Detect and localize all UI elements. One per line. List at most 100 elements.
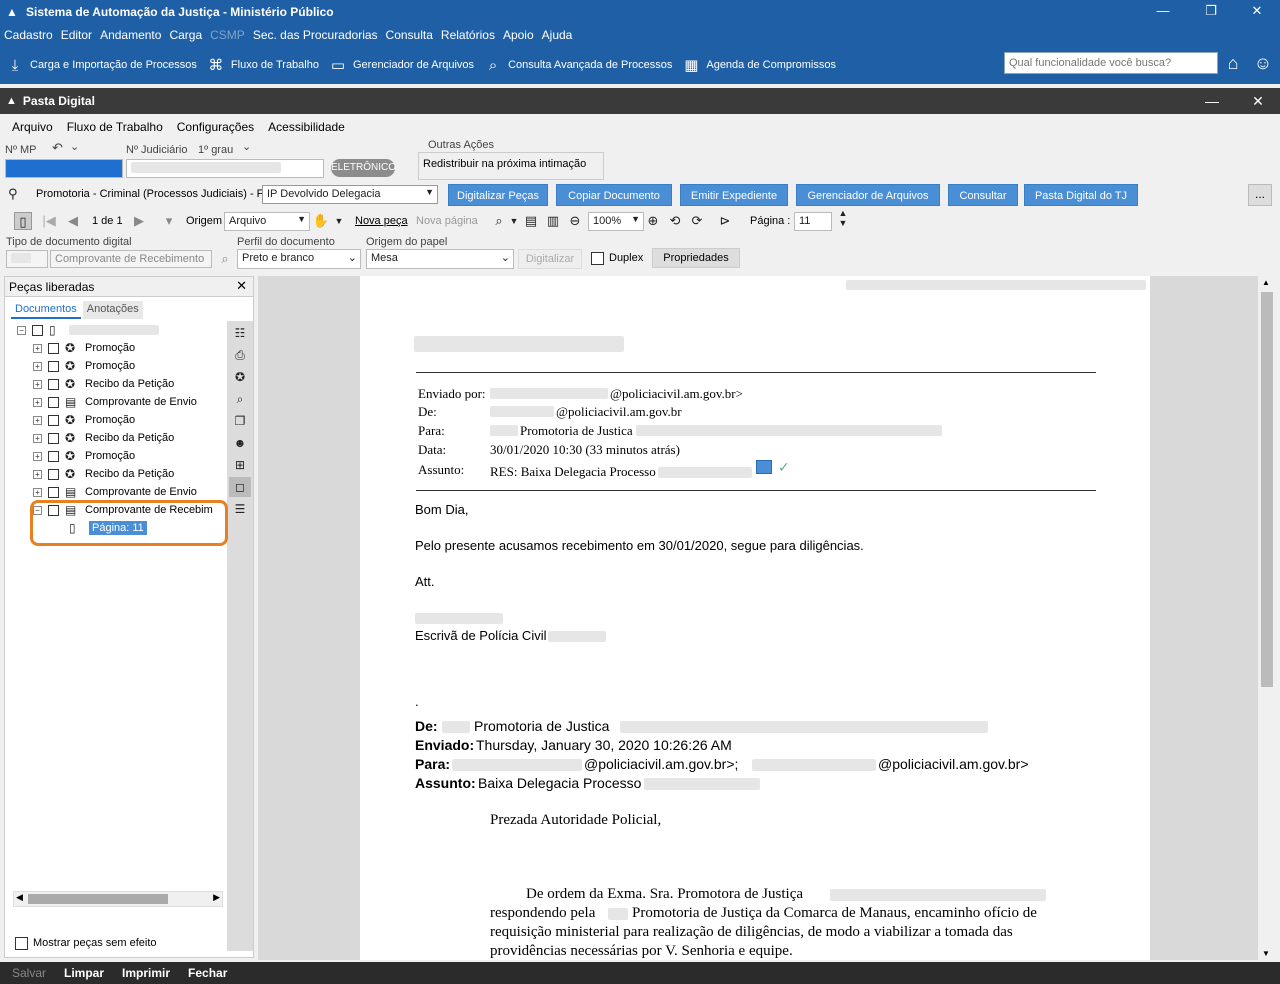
hscroll-thumb[interactable] — [28, 894, 168, 904]
scroll-up-icon[interactable]: ▲ — [1262, 278, 1270, 287]
menu-acessibilidade[interactable]: Acessibilidade — [268, 120, 345, 134]
duplex-checkbox[interactable] — [591, 252, 604, 265]
tree-checkbox[interactable] — [48, 360, 59, 372]
shortcut-agenda[interactable]: ▦ Agenda de Compromissos — [682, 56, 836, 74]
tree-checkbox[interactable] — [48, 342, 59, 354]
scroll-left-icon[interactable]: ◀ — [16, 892, 23, 903]
prev-page-icon[interactable]: ◀ — [64, 212, 82, 230]
tree-checkbox[interactable] — [48, 396, 59, 408]
nmp-field[interactable] — [5, 159, 123, 178]
menu-arquivo[interactable]: Arquivo — [12, 120, 53, 134]
pagina-stepper-icon[interactable]: ▲ ▼ — [834, 208, 852, 228]
tree-checkbox[interactable] — [48, 432, 59, 444]
tree-item[interactable]: + ✪ Promoção — [11, 339, 223, 357]
rotate-left-icon[interactable]: ⟲ — [666, 212, 684, 230]
restore-icon[interactable]: ❐ — [1188, 0, 1234, 24]
tree-item[interactable]: + ✪ Promoção — [11, 357, 223, 375]
menu-editor[interactable]: Editor — [61, 28, 92, 42]
flip-icon[interactable]: ⊳ — [716, 212, 734, 230]
menu-relatorios[interactable]: Relatórios — [441, 28, 495, 42]
tree-item[interactable]: + ▤ Comprovante de Envio — [11, 393, 223, 411]
tree-checkbox[interactable] — [48, 414, 59, 426]
child-close-icon[interactable]: ✕ — [1238, 88, 1278, 114]
mostrar-pecas-checkbox[interactable] — [15, 937, 28, 950]
calendar-attachment-icon[interactable] — [756, 460, 772, 474]
expand-icon[interactable]: + — [33, 343, 42, 353]
tree-root[interactable]: − ▯ — [11, 321, 223, 339]
tipo-code-field[interactable] — [6, 250, 48, 268]
print-icon[interactable]: ⎙ — [229, 345, 251, 365]
document-icon[interactable]: ▯ — [14, 212, 32, 230]
first-page-icon[interactable]: |◀ — [40, 212, 58, 230]
collapse-icon[interactable]: − — [17, 325, 26, 335]
shortcut-fluxo[interactable]: ⌘ Fluxo de Trabalho — [207, 56, 319, 74]
shortcut-carga[interactable]: ⤓ Carga e Importação de Processos — [6, 56, 197, 74]
doc-search-icon[interactable]: ⌕ — [229, 389, 251, 409]
tree-item[interactable]: + ✪ Recibo da Petição — [11, 465, 223, 483]
menu-carga[interactable]: Carga — [169, 28, 202, 42]
tree-item[interactable]: + ✪ Promoção — [11, 411, 223, 429]
scroll-right-icon[interactable]: ▶ — [213, 892, 220, 903]
expand-icon[interactable]: + — [33, 451, 42, 461]
expand-icon[interactable]: + — [33, 433, 42, 443]
chevron-down-icon[interactable]: ⌄ — [70, 140, 79, 153]
tipo-documento-field[interactable]: Comprovante de Recebimento — [50, 250, 212, 268]
menu-sec-procuradorias[interactable]: Sec. das Procuradorias — [253, 28, 378, 42]
fila-select[interactable]: IP Devolvido Delegacia ▼ — [262, 185, 438, 204]
clipboard-attachment-icon[interactable]: ✓ — [778, 459, 790, 476]
pasta-digital-tj-button[interactable]: Pasta Digital do TJ — [1024, 184, 1138, 206]
expand-icon[interactable]: + — [33, 361, 42, 371]
propriedades-button[interactable]: Propriedades — [652, 248, 740, 268]
tree-checkbox[interactable] — [48, 486, 59, 498]
nova-peca-link[interactable]: Nova peça — [355, 215, 408, 227]
menu-apoio[interactable]: Apoio — [503, 28, 534, 42]
minimize-icon[interactable]: — — [1140, 0, 1186, 24]
last-page-icon[interactable]: ▾ — [160, 212, 178, 230]
tree-item[interactable]: + ✪ Promoção — [11, 447, 223, 465]
rotate-right-icon[interactable]: ⟳ — [688, 212, 706, 230]
more-options-button[interactable]: ... — [1248, 184, 1272, 206]
tab-documentos[interactable]: Documentos — [11, 301, 81, 319]
viewer-vscroll[interactable]: ▲ ▼ — [1258, 276, 1276, 960]
user-doc-icon[interactable]: ☻ — [229, 433, 251, 453]
zoom-dropdown-icon[interactable]: ▼ — [505, 212, 523, 230]
tab-anotacoes[interactable]: Anotações — [82, 301, 143, 319]
expand-icon[interactable]: + — [33, 415, 42, 425]
hand-dropdown-icon[interactable]: ▼ — [330, 212, 348, 230]
tree-item[interactable]: + ▤ Comprovante de Envio — [11, 483, 223, 501]
grau-chevron-icon[interactable]: ⌄ — [242, 140, 251, 153]
digitalizar-pecas-button[interactable]: Digitalizar Peças — [448, 184, 548, 206]
back-arrow-icon[interactable]: ↶ — [52, 140, 63, 156]
perfil-select[interactable]: Preto e branco ⌄ — [237, 249, 361, 269]
zoom-out-icon[interactable]: ⊖ — [566, 212, 584, 230]
tree-view-icon[interactable]: ☷ — [229, 323, 251, 343]
expand-icon[interactable]: + — [33, 469, 42, 479]
add-doc-icon[interactable]: ⊞ — [229, 455, 251, 475]
limpar-button[interactable]: Limpar — [64, 966, 104, 980]
fit-page-icon[interactable]: ▥ — [544, 212, 562, 230]
panel-close-icon[interactable]: ✕ — [236, 278, 247, 294]
fechar-button[interactable]: Fechar — [188, 966, 227, 980]
consultar-button[interactable]: Consultar — [948, 184, 1018, 206]
menu-configuracoes[interactable]: Configurações — [177, 120, 254, 134]
hand-tool-icon[interactable]: ✋ — [312, 212, 330, 230]
shortcut-gerenciador[interactable]: ▭ Gerenciador de Arquivos — [329, 56, 474, 74]
menu-cadastro[interactable]: Cadastro — [4, 28, 53, 42]
njud-field[interactable] — [126, 159, 324, 178]
tree-checkbox[interactable] — [48, 378, 59, 390]
expand-icon[interactable]: + — [33, 487, 42, 497]
functionality-search-input[interactable] — [1004, 52, 1218, 74]
expand-icon[interactable]: + — [33, 397, 42, 407]
imprimir-button[interactable]: Imprimir — [122, 966, 170, 980]
menu-andamento[interactable]: Andamento — [100, 28, 161, 42]
origem-select[interactable]: Arquivo ▼ — [224, 212, 310, 231]
copiar-documento-button[interactable]: Copiar Documento — [556, 184, 672, 206]
shortcut-consulta-avancada[interactable]: ⌕ Consulta Avançada de Processos — [484, 56, 673, 74]
close-icon[interactable]: ✕ — [1234, 0, 1280, 24]
expand-icon[interactable]: + — [33, 379, 42, 389]
pagina-input[interactable]: 11 — [794, 212, 832, 231]
tree-hscroll[interactable]: ◀ ▶ — [13, 891, 223, 907]
user-icon[interactable]: ☺ — [1252, 52, 1274, 74]
copy-doc-icon[interactable]: ❐ — [229, 411, 251, 431]
fit-width-icon[interactable]: ▤ — [522, 212, 540, 230]
